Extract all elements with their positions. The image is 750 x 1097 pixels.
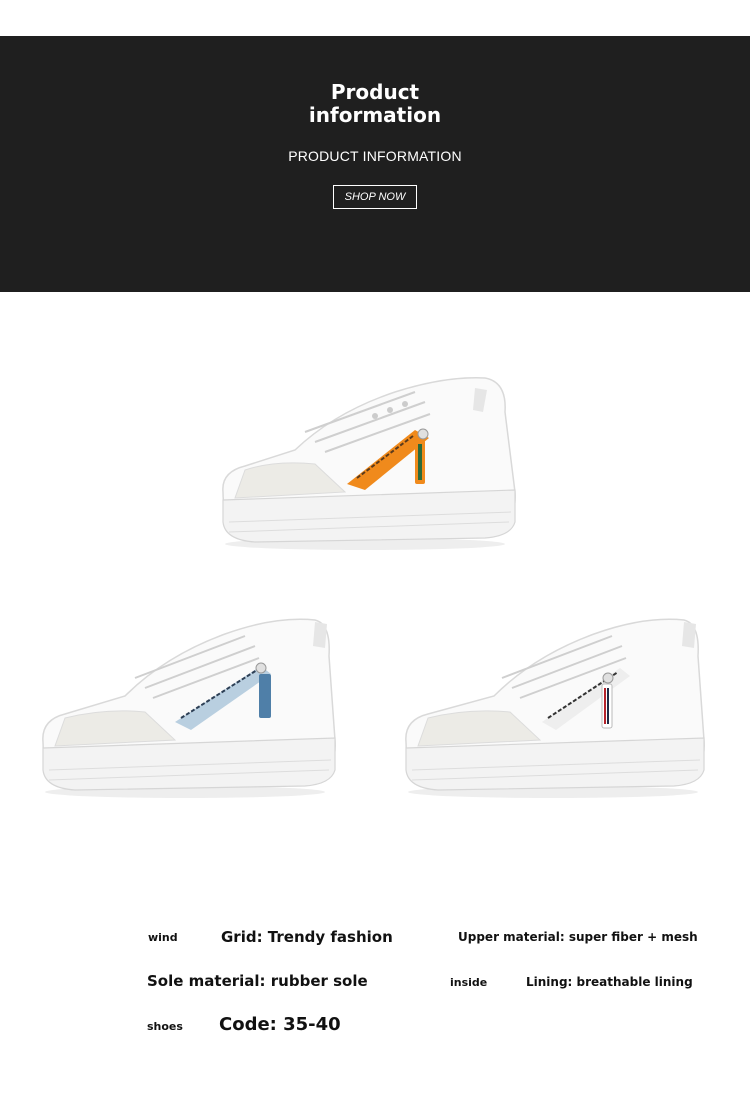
spec-sole-material: Sole material: rubber sole xyxy=(147,972,368,990)
sneaker-orange-image xyxy=(222,377,516,550)
sneaker-white-image xyxy=(405,618,705,798)
spec-grid: Grid: Trendy fashion xyxy=(221,928,393,946)
spec-size-code: Code: 35-40 xyxy=(219,1014,341,1035)
spec-lining: Lining: breathable lining xyxy=(526,975,693,989)
spec-shoes-label: shoes xyxy=(147,1020,183,1033)
banner-title-line1: Product xyxy=(330,80,420,104)
spec-inside-label: inside xyxy=(450,976,488,989)
spec-wind-label: wind xyxy=(148,931,178,944)
product-info-banner xyxy=(0,36,750,292)
banner-title-line2: information xyxy=(308,103,442,127)
sneaker-blue-image xyxy=(42,618,336,798)
shop-now-button[interactable]: SHOP NOW xyxy=(333,185,417,209)
banner-subtitle: PRODUCT INFORMATION xyxy=(288,148,462,164)
spec-upper-material: Upper material: super fiber + mesh xyxy=(458,930,698,944)
